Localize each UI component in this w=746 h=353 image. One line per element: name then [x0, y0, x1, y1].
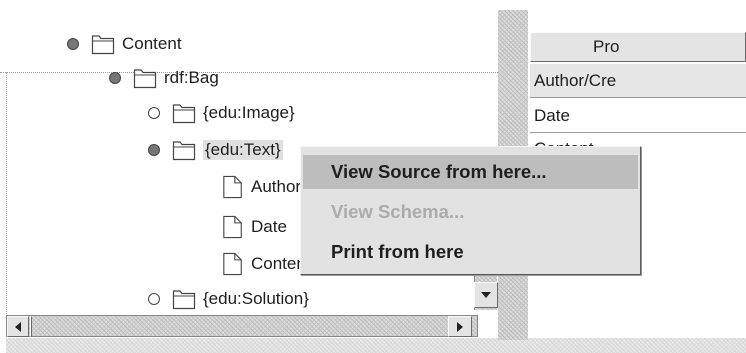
tree-node-label: Date [251, 217, 287, 236]
tree-node-label: Content [122, 34, 182, 53]
tree-node-date[interactable]: Date [222, 214, 287, 240]
scrollbar-thumb[interactable] [30, 316, 32, 337]
menu-item-view-source[interactable]: View Source from here... [303, 155, 638, 189]
folder-icon [133, 69, 157, 89]
property-row-label: Date [534, 106, 570, 125]
property-row[interactable]: Author/Cre [530, 64, 746, 98]
scroll-left-button[interactable] [7, 316, 29, 337]
tree-node-content-file[interactable]: Content [222, 251, 311, 277]
arrow-down-icon [481, 292, 491, 298]
collapse-bullet-icon[interactable] [148, 107, 160, 119]
menu-item-label: View Source from here... [331, 161, 547, 182]
folder-icon [91, 35, 115, 55]
tree-pane-border [0, 72, 498, 74]
expand-bullet-icon[interactable] [148, 144, 160, 156]
context-menu: View Source from here... View Schema... … [300, 146, 641, 275]
tree-node-label: {edu:Solution} [203, 289, 309, 308]
folder-icon [172, 141, 196, 161]
properties-header[interactable]: Pro [530, 32, 746, 62]
tree-node-content[interactable]: Content [67, 33, 182, 55]
tree-node-edu-solution[interactable]: {edu:Solution} [148, 288, 309, 310]
menu-item-label: View Schema... [331, 201, 465, 222]
folder-icon [172, 104, 196, 124]
document-icon [223, 175, 242, 199]
tree-node-edu-text[interactable]: {edu:Text} [148, 139, 283, 161]
tree-node-rdf-bag[interactable]: rdf:Bag [109, 67, 219, 89]
tree-pane-border-left [6, 72, 8, 320]
folder-icon [172, 290, 196, 310]
menu-item-print[interactable]: Print from here [303, 235, 638, 269]
property-row-label: Author/Cre [534, 71, 617, 90]
tree-node-label: rdf:Bag [164, 68, 219, 87]
bottom-status-strip [6, 338, 746, 353]
arrow-right-icon [457, 321, 463, 332]
menu-item-label: Print from here [331, 241, 464, 262]
scroll-down-button[interactable] [474, 282, 498, 308]
document-icon [223, 252, 242, 276]
horizontal-scrollbar-track[interactable] [6, 315, 478, 337]
arrow-left-icon [15, 321, 21, 332]
tree-node-label-selected: {edu:Text} [203, 140, 283, 160]
properties-header-label: Pro [593, 37, 620, 56]
scroll-right-button[interactable] [448, 316, 472, 337]
tree-node-edu-image[interactable]: {edu:Image} [148, 102, 295, 124]
collapse-bullet-icon[interactable] [148, 293, 160, 305]
tree-node-label: {edu:Image} [203, 103, 295, 122]
menu-item-view-schema[interactable]: View Schema... [303, 195, 638, 229]
property-row[interactable]: Date [530, 99, 746, 133]
document-icon [223, 215, 242, 239]
expand-bullet-icon[interactable] [109, 72, 121, 84]
expand-bullet-icon[interactable] [67, 38, 79, 50]
